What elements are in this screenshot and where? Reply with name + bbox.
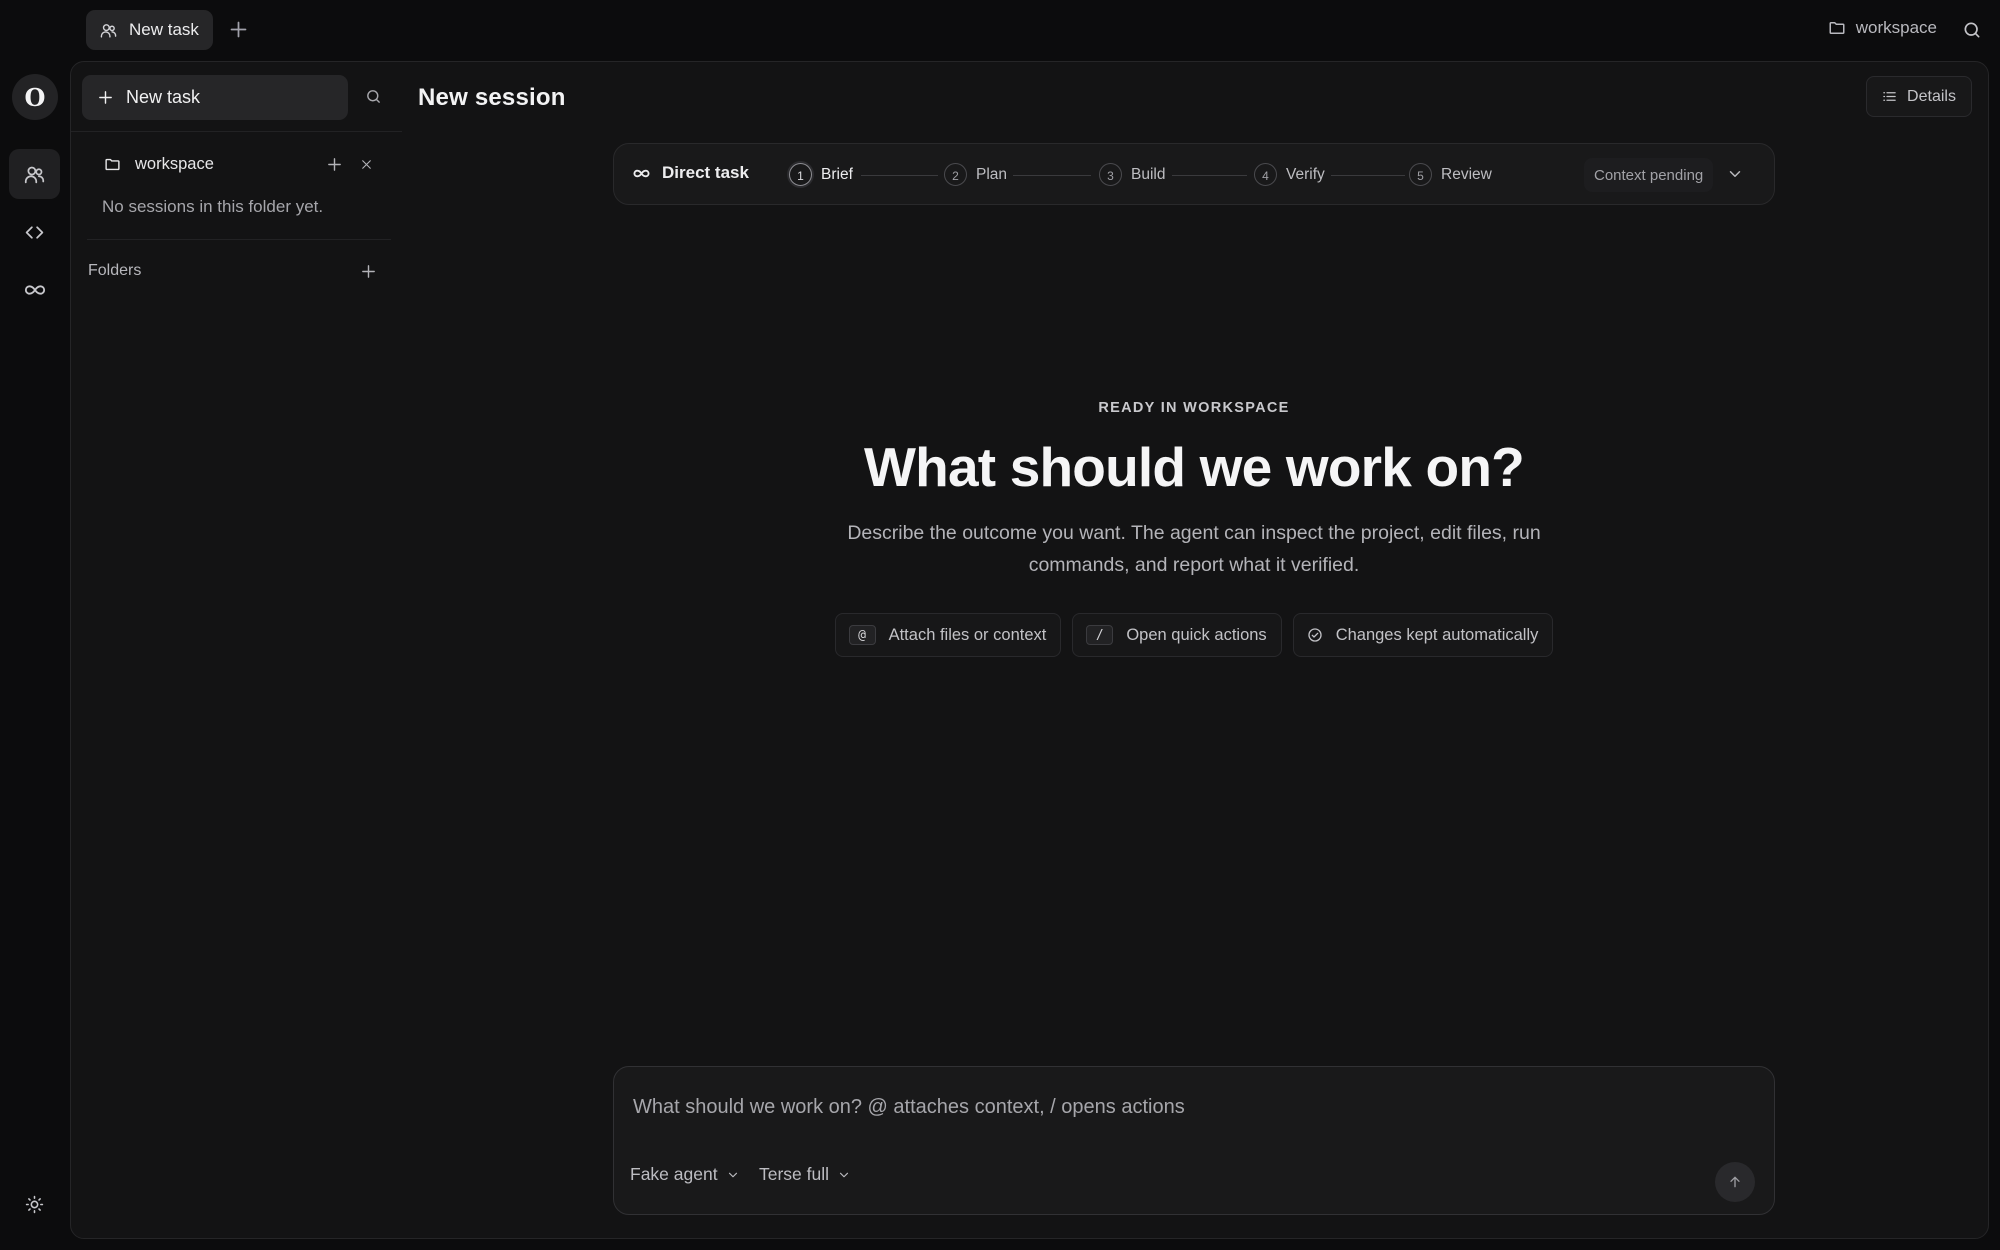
prompt-input[interactable]: [633, 1092, 1753, 1122]
session-sidebar: New task workspace No sessions in this f…: [71, 62, 402, 1238]
rail-code-button[interactable]: [9, 207, 60, 257]
step-connector: [1013, 175, 1091, 176]
attach-context-chip[interactable]: @ Attach files or context: [834, 613, 1062, 657]
hero-description: Describe the outcome you want. The agent…: [847, 522, 1541, 576]
step-label: Brief: [821, 165, 853, 183]
hero-eyebrow: READY IN WORKSPACE: [1098, 400, 1290, 416]
step-label: Review: [1441, 165, 1492, 183]
plus-icon: [97, 89, 114, 106]
mode-select[interactable]: Terse full: [759, 1164, 851, 1185]
list-icon: [1882, 89, 1897, 104]
users-icon: [24, 164, 45, 185]
main-panel: New task workspace No sessions in this f…: [70, 61, 1989, 1239]
step-number: 2: [944, 163, 967, 186]
step-label: Build: [1131, 165, 1166, 183]
search-icon[interactable]: [1962, 20, 1982, 40]
chip-label: Attach files or context: [888, 625, 1047, 644]
agent-select-value: Fake agent: [630, 1164, 718, 1184]
stepper-title-label: Direct task: [662, 163, 749, 182]
chip-label: Open quick actions: [1126, 625, 1267, 644]
step-verify[interactable]: 4 Verify: [1254, 163, 1325, 186]
composer: Fake agent Terse full: [613, 1066, 1775, 1215]
infinity-icon: [633, 165, 650, 182]
step-number: 4: [1254, 163, 1277, 186]
tab-new-task[interactable]: New task: [86, 10, 213, 50]
rail-sessions-button[interactable]: [9, 149, 60, 199]
mode-select-value: Terse full: [759, 1164, 830, 1184]
app-logo[interactable]: O: [12, 74, 58, 120]
plus-icon[interactable]: [326, 156, 343, 173]
chevron-down-icon[interactable]: [1726, 165, 1744, 183]
at-key-badge: @: [848, 625, 876, 645]
folder-item-workspace[interactable]: workspace: [104, 155, 214, 174]
divider: [87, 239, 391, 240]
workspace-folder-button[interactable]: workspace: [1828, 18, 1937, 38]
new-task-button[interactable]: New task: [82, 75, 348, 120]
agent-select[interactable]: Fake agent: [630, 1164, 740, 1185]
folder-name: workspace: [135, 155, 214, 173]
top-bar: New task workspace: [0, 0, 2000, 60]
plus-icon[interactable]: [360, 263, 377, 280]
folder-icon: [104, 156, 121, 173]
step-connector: [1331, 175, 1405, 176]
step-number: 1: [789, 163, 812, 186]
workspace-label: workspace: [1855, 18, 1937, 37]
details-button[interactable]: Details: [1866, 76, 1972, 117]
slash-key-badge: /: [1086, 625, 1114, 645]
step-connector: [1172, 175, 1247, 176]
step-label: Verify: [1286, 165, 1325, 183]
quick-chips: @ Attach files or context / Open quick a…: [613, 613, 1775, 657]
send-button[interactable]: [1715, 1162, 1755, 1202]
plus-icon[interactable]: [228, 19, 249, 40]
empty-folder-message: No sessions in this folder yet.: [102, 197, 324, 216]
step-review[interactable]: 5 Review: [1409, 163, 1492, 186]
chevron-down-icon: [726, 1168, 740, 1182]
details-label: Details: [1907, 87, 1956, 105]
folder-icon: [1828, 19, 1846, 37]
chip-label: Changes kept automatically: [1335, 625, 1539, 644]
step-build[interactable]: 3 Build: [1099, 163, 1165, 186]
rail-loop-button[interactable]: [9, 265, 60, 315]
divider: [71, 131, 402, 132]
search-icon[interactable]: [365, 88, 382, 105]
new-task-label: New task: [126, 87, 201, 107]
step-plan[interactable]: 2 Plan: [944, 163, 1007, 186]
arrow-up-icon: [1727, 1174, 1743, 1190]
quick-actions-chip[interactable]: / Open quick actions: [1072, 613, 1282, 657]
step-label: Plan: [976, 165, 1008, 183]
changes-kept-chip[interactable]: Changes kept automatically: [1292, 613, 1554, 657]
context-status-badge: Context pending: [1584, 158, 1714, 192]
step-number: 3: [1099, 163, 1122, 186]
theme-toggle-button[interactable]: [9, 1179, 60, 1229]
page-title: New session: [418, 84, 566, 111]
tab-label: New task: [129, 20, 199, 39]
users-icon: [100, 22, 117, 39]
close-icon[interactable]: [360, 158, 373, 171]
hero-title: What should we work on?: [864, 436, 1525, 498]
stepper-title: Direct task: [633, 163, 749, 183]
chevron-down-icon: [837, 1168, 851, 1182]
step-number: 5: [1409, 163, 1432, 186]
left-rail: O: [0, 60, 68, 1250]
task-stepper: Direct task 1 Brief 2 Plan 3 Build 4 Ver…: [613, 143, 1775, 205]
code-icon: [24, 222, 45, 243]
step-connector: [861, 175, 938, 176]
check-circle-icon: [1307, 627, 1323, 643]
folders-heading: Folders: [88, 262, 142, 279]
step-brief[interactable]: 1 Brief: [789, 163, 853, 186]
infinity-icon: [24, 279, 46, 301]
sun-icon: [25, 1195, 44, 1214]
